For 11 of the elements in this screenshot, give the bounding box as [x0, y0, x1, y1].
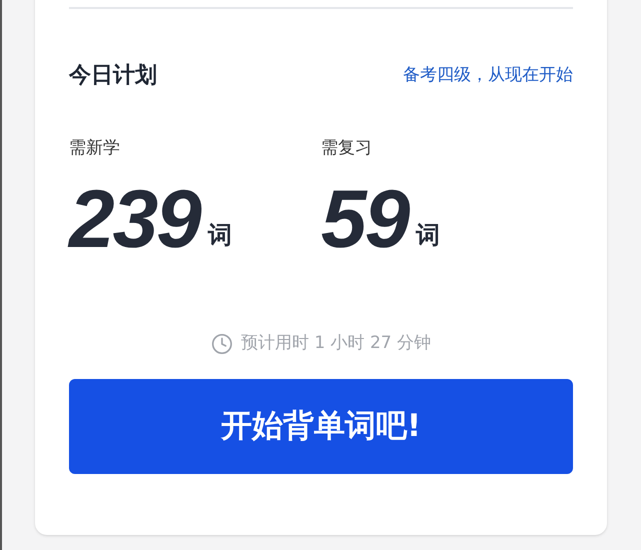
stat-label: 需新学: [69, 140, 121, 157]
clock-icon: [210, 332, 233, 355]
start-button[interactable]: 开始背单词吧!: [69, 378, 573, 474]
stat-number: 59: [321, 179, 408, 261]
plan-title: 今日计划: [69, 62, 157, 90]
estimate-text: 预计用时 1 小时 27 分钟: [240, 332, 432, 355]
stat-unit: 词: [416, 220, 440, 251]
exam-link[interactable]: 备考四级，从现在开始: [403, 62, 573, 88]
stat-label: 需复习: [321, 140, 373, 157]
stat-number: 239: [69, 179, 200, 261]
stat-unit: 词: [208, 220, 232, 251]
